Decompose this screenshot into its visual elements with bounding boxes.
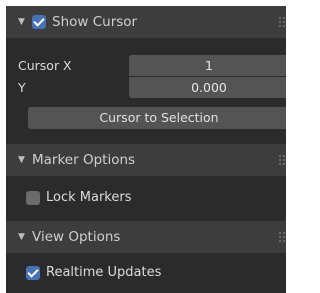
drag-grip-icon[interactable]: [278, 16, 286, 28]
marker-options-title: Marker Options: [32, 152, 136, 168]
drag-grip-icon[interactable]: [278, 231, 286, 243]
realtime-updates-label: Realtime Updates: [46, 265, 162, 280]
cursor-x-label: Cursor X: [18, 57, 72, 73]
cursor-y-label: Y: [18, 79, 26, 95]
cursor-y-field[interactable]: 0.000: [129, 76, 286, 98]
lock-markers-checkbox[interactable]: [26, 190, 40, 205]
view-options-title: View Options: [32, 229, 121, 245]
cursor-y-row: Y 0.000: [6, 76, 286, 98]
cursor-to-selection-button[interactable]: Cursor to Selection: [28, 107, 286, 129]
show-cursor-checkbox[interactable]: [32, 15, 46, 29]
marker-options-header[interactable]: ▼ Marker Options: [6, 144, 286, 176]
drag-grip-icon[interactable]: [278, 154, 286, 166]
show-cursor-header[interactable]: ▼ Show Cursor: [6, 6, 286, 38]
cursor-x-field[interactable]: 1: [129, 54, 286, 76]
disclosure-triangle-icon[interactable]: ▼: [18, 17, 32, 27]
cursor-x-row: Cursor X 1: [6, 54, 286, 76]
view-options-header[interactable]: ▼ View Options: [6, 221, 286, 253]
show-cursor-label: Show Cursor: [52, 14, 138, 30]
lock-markers-label: Lock Markers: [46, 190, 132, 205]
disclosure-triangle-icon[interactable]: ▼: [18, 232, 32, 242]
sidebar-panel: ▼ Show Cursor Cursor X 1 Y 0.000 Cursor …: [6, 6, 286, 293]
disclosure-triangle-icon[interactable]: ▼: [18, 155, 32, 165]
lock-markers-option[interactable]: Lock Markers: [26, 190, 131, 205]
realtime-updates-option[interactable]: Realtime Updates: [26, 265, 161, 280]
realtime-updates-checkbox[interactable]: [26, 265, 40, 280]
